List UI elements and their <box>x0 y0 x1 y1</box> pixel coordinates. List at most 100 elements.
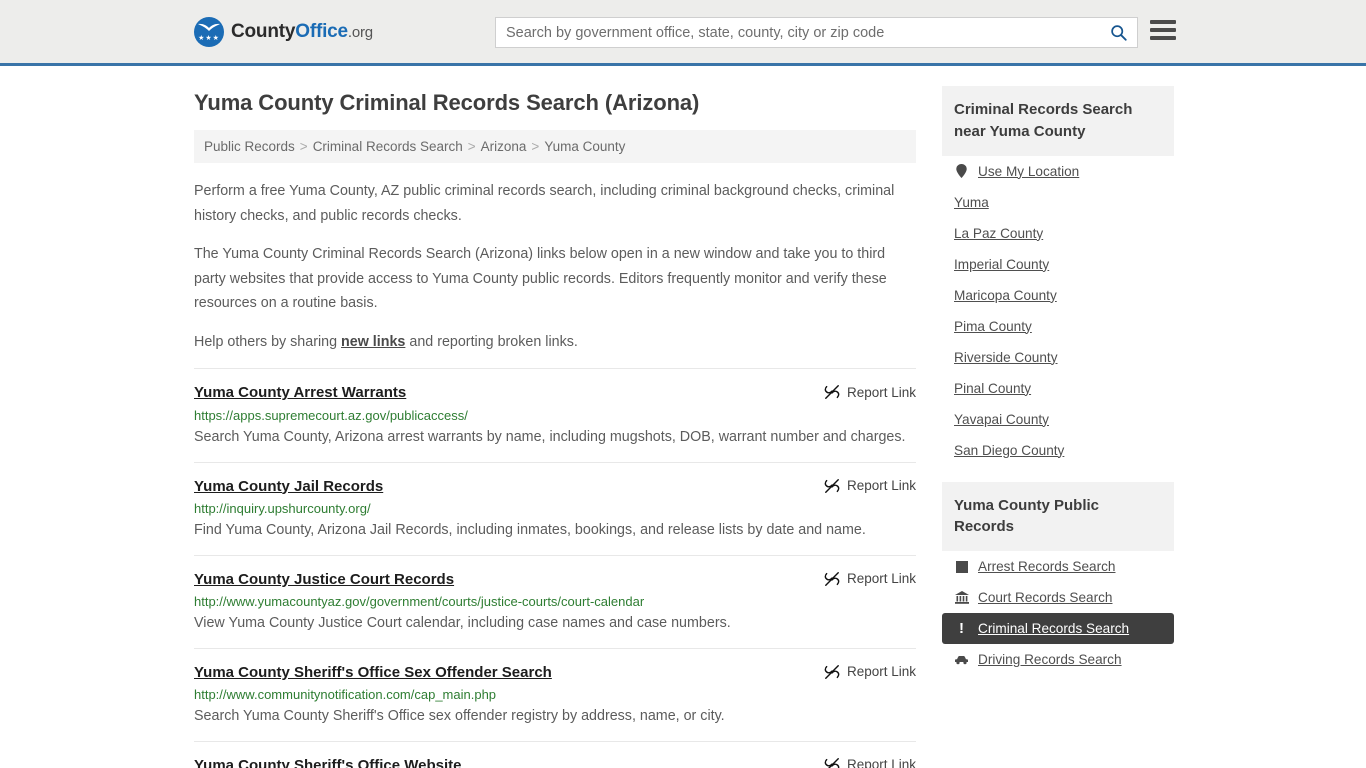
result-title-link[interactable]: Yuma County Justice Court Records <box>194 570 454 590</box>
intro-paragraph-3: Help others by sharing new links and rep… <box>194 330 916 355</box>
search-input[interactable] <box>496 18 1099 47</box>
result-item: Yuma County Justice Court Records Report… <box>194 554 916 648</box>
nearby-link[interactable]: La Paz County <box>954 226 1043 241</box>
result-url[interactable]: http://www.yumacountyaz.gov/government/c… <box>194 594 916 609</box>
nearby-link[interactable]: Yavapai County <box>954 412 1049 427</box>
breadcrumb-item-yuma-county[interactable]: Yuma County <box>544 139 625 154</box>
site-logo[interactable]: ★★★ CountyOffice.org <box>194 16 373 47</box>
search-bar[interactable] <box>495 17 1138 48</box>
sidebar-item-driving-records-search[interactable]: Driving Records Search <box>942 644 1174 675</box>
result-url[interactable]: http://www.communitynotification.com/cap… <box>194 687 916 702</box>
use-my-location-item[interactable]: Use My Location <box>942 156 1174 187</box>
public-records-link[interactable]: Criminal Records Search <box>978 621 1129 636</box>
public-records-list: Arrest Records Search Court Records Sear… <box>942 551 1174 675</box>
nearby-link[interactable]: Pinal County <box>954 381 1031 396</box>
courthouse-icon <box>954 591 969 604</box>
nearby-list: Use My Location Yuma La Paz County Imper… <box>942 156 1174 466</box>
report-link-button[interactable]: Report Link <box>824 383 916 400</box>
result-description: View Yuma County Justice Court calendar,… <box>194 615 731 632</box>
sidebar-item-criminal-records-search[interactable]: ! Criminal Records Search <box>942 613 1174 644</box>
result-url[interactable]: https://apps.supremecourt.az.gov/publica… <box>194 408 916 423</box>
sidebar-item-la-paz-county[interactable]: La Paz County <box>942 218 1174 249</box>
map-pin-icon <box>954 164 969 178</box>
use-my-location-link[interactable]: Use My Location <box>978 164 1079 179</box>
nearby-link[interactable]: Imperial County <box>954 257 1049 272</box>
sidebar-item-maricopa-county[interactable]: Maricopa County <box>942 280 1174 311</box>
result-item: Yuma County Sheriff's Office Website Rep… <box>194 740 916 768</box>
result-title-link[interactable]: Yuma County Sheriff's Office Sex Offende… <box>194 663 552 683</box>
result-title-link[interactable]: Yuma County Jail Records <box>194 477 383 497</box>
hamburger-bar <box>1150 36 1176 40</box>
nearby-link[interactable]: Riverside County <box>954 350 1058 365</box>
result-title-link[interactable]: Yuma County Arrest Warrants <box>194 383 406 403</box>
breadcrumb-item-criminal-records-search[interactable]: Criminal Records Search <box>313 139 463 154</box>
sidebar-item-arrest-records-search[interactable]: Arrest Records Search <box>942 551 1174 582</box>
report-link-label: Report Link <box>846 478 916 494</box>
report-link-label: Report Link <box>846 664 916 680</box>
intro-text: Perform a free Yuma County, AZ public cr… <box>194 179 916 354</box>
intro-paragraph-2: The Yuma County Criminal Records Search … <box>194 246 887 312</box>
sidebar-item-yavapai-county[interactable]: Yavapai County <box>942 404 1174 435</box>
report-link-label: Report Link <box>846 757 916 768</box>
result-header: Yuma County Arrest Warrants Report Link <box>194 383 916 403</box>
sidebar-item-riverside-county[interactable]: Riverside County <box>942 342 1174 373</box>
eagle-icon <box>198 23 220 31</box>
car-icon <box>954 655 969 665</box>
search-icon <box>1110 25 1127 41</box>
result-title-link[interactable]: Yuma County Sheriff's Office Website <box>194 756 462 768</box>
broken-link-icon <box>824 385 840 400</box>
result-item: Yuma County Jail Records Report Link htt… <box>194 461 916 555</box>
result-header: Yuma County Jail Records Report Link <box>194 477 916 497</box>
search-button[interactable] <box>1099 18 1137 47</box>
result-item: Yuma County Sheriff's Office Sex Offende… <box>194 647 916 741</box>
broken-link-icon <box>824 571 840 586</box>
logo-wordmark: CountyOffice.org <box>231 21 373 43</box>
result-description: Find Yuma County, Arizona Jail Records, … <box>194 522 866 539</box>
sidebar-item-san-diego-county[interactable]: San Diego County <box>942 435 1174 466</box>
intro-paragraph-1: Perform a free Yuma County, AZ public cr… <box>194 183 895 224</box>
intro-p3-before: Help others by sharing <box>194 333 342 350</box>
sidebar-item-pinal-county[interactable]: Pinal County <box>942 373 1174 404</box>
breadcrumb-item-arizona[interactable]: Arizona <box>481 139 527 154</box>
hamburger-menu-button[interactable] <box>1150 20 1176 40</box>
nearby-link[interactable]: Yuma <box>954 195 989 210</box>
nearby-link[interactable]: Maricopa County <box>954 288 1057 303</box>
report-link-button[interactable]: Report Link <box>824 756 916 768</box>
new-links-link[interactable]: new links <box>341 334 405 350</box>
public-records-link[interactable]: Arrest Records Search <box>978 559 1116 574</box>
broken-link-icon <box>824 757 840 768</box>
logo-stars: ★★★ <box>198 34 220 42</box>
result-description: Search Yuma County, Arizona arrest warra… <box>194 428 906 445</box>
sidebar-item-yuma[interactable]: Yuma <box>942 187 1174 218</box>
breadcrumb-separator: > <box>531 139 540 154</box>
result-header: Yuma County Justice Court Records Report… <box>194 570 916 590</box>
logo-tld: .org <box>347 23 373 41</box>
sidebar-item-court-records-search[interactable]: Court Records Search <box>942 582 1174 613</box>
sidebar-item-imperial-county[interactable]: Imperial County <box>942 249 1174 280</box>
result-url[interactable]: http://inquiry.upshurcounty.org/ <box>194 501 916 516</box>
county-office-seal-icon: ★★★ <box>194 16 224 47</box>
page-title: Yuma County Criminal Records Search (Ari… <box>194 90 700 115</box>
result-header: Yuma County Sheriff's Office Website Rep… <box>194 756 916 768</box>
report-link-button[interactable]: Report Link <box>824 570 916 587</box>
breadcrumb: Public Records > Criminal Records Search > A… <box>194 130 916 163</box>
public-records-link[interactable]: Court Records Search <box>978 590 1112 605</box>
main-content: Yuma County Criminal Records Search (Ari… <box>194 66 916 768</box>
broken-link-icon <box>824 664 840 679</box>
report-link-button[interactable]: Report Link <box>824 663 916 680</box>
report-link-label: Report Link <box>846 384 916 400</box>
public-records-card-heading: Yuma County Public Records <box>942 481 1174 551</box>
result-item: Yuma County Arrest Warrants Report Link … <box>194 368 916 461</box>
breadcrumb-item-public-records[interactable]: Public Records <box>204 139 295 154</box>
public-records-link[interactable]: Driving Records Search <box>978 652 1122 667</box>
nearby-link[interactable]: Pima County <box>954 319 1032 334</box>
logo-name-part2: Office <box>295 20 348 42</box>
report-link-label: Report Link <box>846 571 916 587</box>
nearby-card-heading: Criminal Records Search near Yuma County <box>942 86 1174 156</box>
nearby-link[interactable]: San Diego County <box>954 443 1064 458</box>
broken-link-icon <box>824 478 840 493</box>
report-link-button[interactable]: Report Link <box>824 477 916 494</box>
hamburger-bar <box>1150 28 1176 32</box>
sidebar-item-pima-county[interactable]: Pima County <box>942 311 1174 342</box>
